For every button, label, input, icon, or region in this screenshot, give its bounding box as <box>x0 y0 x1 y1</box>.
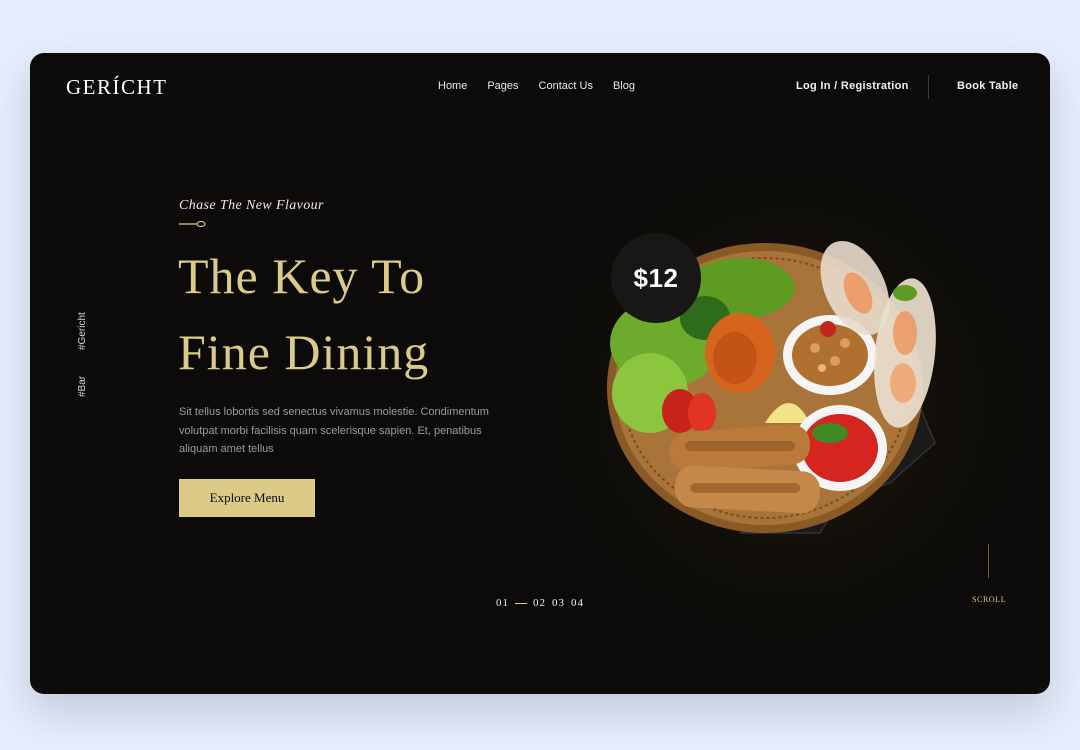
nav-home[interactable]: Home <box>438 80 467 92</box>
peanut-1 <box>810 343 820 353</box>
scroll-label[interactable]: SCROLL <box>972 595 1006 604</box>
pager-item-3[interactable]: 03 <box>552 597 565 609</box>
hero-description: Sit tellus lobortis sed senectus vivamus… <box>179 406 489 455</box>
tomato-slice-2 <box>688 393 716 433</box>
header-divider <box>928 75 929 99</box>
explore-menu-button[interactable]: Explore Menu <box>179 479 315 517</box>
scroll-indicator-line <box>988 544 989 578</box>
shrimp-2 <box>893 311 917 355</box>
hero-title-line1: The Key To <box>178 248 426 304</box>
side-tag-bar[interactable]: #Bar <box>77 376 88 397</box>
nav-contact[interactable]: Contact Us <box>539 80 593 92</box>
side-tag-gericht[interactable]: #Gericht <box>77 312 88 350</box>
herb-garnish <box>812 423 848 443</box>
pager-active-indicator <box>515 602 527 604</box>
peanut-3 <box>840 338 850 348</box>
pager-item-1[interactable]: 01 <box>496 597 509 609</box>
carrot-shadow <box>713 332 757 384</box>
pager-item-2[interactable]: 02 <box>533 597 546 609</box>
roll-texture-2 <box>690 483 800 493</box>
peanut-4 <box>818 364 826 372</box>
hero-frame: GERÍCHT Home Pages Contact Us Blog Log I… <box>30 53 1050 694</box>
main-nav: Home Pages Contact Us Blog <box>438 80 635 92</box>
login-registration-link[interactable]: Log In / Registration <box>796 80 909 92</box>
chili-topping <box>820 321 836 337</box>
book-table-link[interactable]: Book Table <box>957 80 1018 92</box>
hero-title-line2: Fine Dining <box>178 324 430 380</box>
slide-pager: 01 02 03 04 <box>496 597 584 609</box>
brand-logo[interactable]: GERÍCHT <box>66 75 168 100</box>
hero-title: The Key To Fine Dining <box>178 238 538 390</box>
hero-tagline: Chase The New Flavour <box>179 198 324 213</box>
peanut-2 <box>830 356 840 366</box>
price-badge: $12 <box>611 233 701 323</box>
pager-item-4[interactable]: 04 <box>571 597 584 609</box>
nav-pages[interactable]: Pages <box>487 80 518 92</box>
spoon-icon <box>179 220 206 228</box>
shrimp-3 <box>890 363 916 403</box>
nav-blog[interactable]: Blog <box>613 80 635 92</box>
chili-sauce <box>802 414 878 482</box>
roll-texture-1 <box>685 441 795 451</box>
roll-herb <box>893 285 917 301</box>
